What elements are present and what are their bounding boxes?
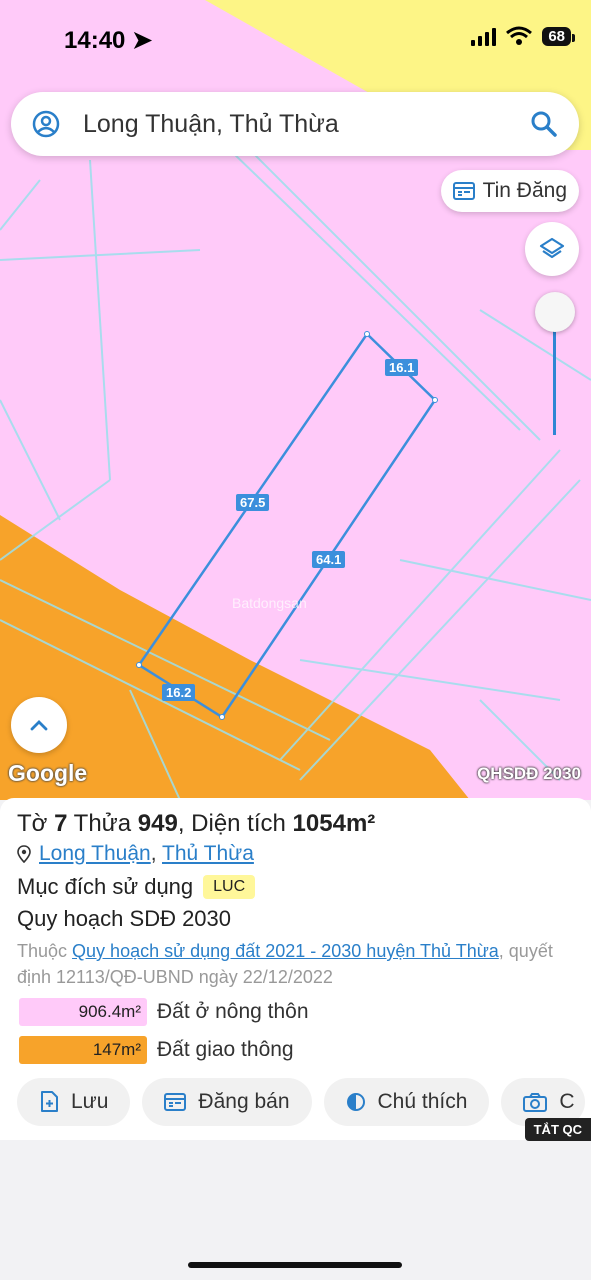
search-query[interactable]: Long Thuận, Thủ Thừa [83,110,529,139]
add-file-icon [41,1091,58,1112]
plan-title: Quy hoạch SDĐ 2030 [17,906,232,931]
sell-label: Đăng bán [198,1090,290,1113]
dim-label-top: 16.1 [385,359,419,376]
action-buttons: Lưu Đăng bán Chú thích C [17,1078,585,1126]
opacity-slider-track[interactable] [553,320,556,435]
dim-label-bottom: 16.2 [162,684,196,701]
plan-link[interactable]: Quy hoạch sử dụng đất 2021 - 2030 huyện … [72,941,499,961]
camera-icon [523,1093,548,1112]
layers-button[interactable] [525,222,579,276]
capture-label: C [559,1090,575,1113]
district-link[interactable]: Thủ Thừa [162,842,254,865]
parcel-info-panel: Tờ 7 Thửa 949, Diện tích 1054m² Long Thu… [0,798,591,1140]
plan-description: Thuộc Quy hoạch sử dụng đất 2021 - 2030 … [17,938,557,990]
listing-icon [452,182,475,200]
to-number: 7 [54,810,68,837]
status-time: 14:40 ➤ [64,26,152,55]
map-view[interactable]: 16.1 67.5 64.1 16.2 Batdongsan 14:40 ➤ 6… [0,0,591,800]
location-arrow-icon: ➤ [132,27,153,54]
area-label-residential: Đất ở nông thôn [157,1000,309,1023]
layer-tag: QHSDĐ 2030 [477,764,581,783]
account-icon[interactable] [31,109,61,139]
area-value-road: 147m² [19,1036,147,1064]
sell-button[interactable]: Đăng bán [142,1078,312,1126]
battery-icon: 68 [542,26,575,46]
status-icons: 68 [471,26,575,46]
commune-link[interactable]: Long Thuận [39,842,151,865]
area-row-road: 147m² Đất giao thông [19,1035,294,1065]
parcel-location: Long Thuận, Thủ Thừa [17,842,254,866]
area-value-residential: 906.4m² [19,998,147,1026]
listing-icon [164,1093,187,1111]
road-zone-2 [0,515,470,800]
signal-icon [471,26,497,46]
purpose-badge: LUC [203,875,256,899]
expand-up-button[interactable] [11,697,67,753]
home-indicator[interactable] [188,1262,402,1268]
tin-dang-button[interactable]: Tin Đăng [440,170,579,212]
hide-ads-button[interactable]: TẮT QC [524,1118,591,1141]
google-logo: Google [8,760,88,786]
dim-label-right: 64.1 [312,551,346,568]
legend-label: Chú thích [377,1090,468,1113]
thua-number: 949 [137,810,178,837]
wifi-icon [506,26,533,45]
tin-dang-label: Tin Đăng [482,179,567,202]
opacity-slider-knob[interactable] [535,292,575,332]
watermark: Batdongsan [232,595,307,611]
layers-icon [539,237,565,259]
area-value: 1054m² [292,810,376,837]
desc-prefix: Thuộc [17,941,68,961]
area-label: Diện tích [191,810,286,837]
save-label: Lưu [71,1090,109,1113]
status-bar: 14:40 ➤ 68 [0,0,591,80]
contrast-icon [346,1093,365,1111]
to-label: Tờ [17,810,48,837]
time-text: 14:40 [64,27,126,54]
parcel-title: Tờ 7 Thửa 949, Diện tích 1054m² [17,810,376,837]
save-button[interactable]: Lưu [17,1078,131,1126]
pin-icon [17,845,31,863]
chevron-up-icon [30,720,48,731]
purpose-label: Mục đích sử dụng [17,874,194,899]
search-bar[interactable]: Long Thuận, Thủ Thừa [11,92,579,156]
legend-button[interactable]: Chú thích [323,1078,490,1126]
thua-label: Thửa [73,810,132,837]
area-label-road: Đất giao thông [157,1038,294,1061]
search-icon[interactable] [529,109,559,139]
land-use-purpose: Mục đích sử dụng LUC [17,874,256,900]
area-row-residential: 906.4m² Đất ở nông thôn [19,997,309,1027]
dim-label-left: 67.5 [236,494,270,511]
